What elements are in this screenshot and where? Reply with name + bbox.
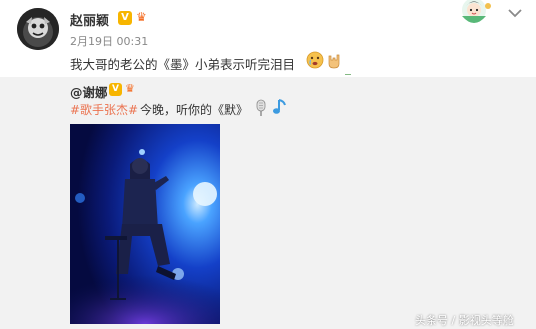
user-avatar[interactable]	[17, 8, 59, 50]
sparkle-icon	[345, 60, 351, 76]
verified-badge-icon: V	[118, 11, 132, 25]
original-crown-icon: ♛	[125, 82, 135, 95]
weibo-post: 赵丽颖 V ♛ 2月19日 00:31 我大哥的老公的《墨》小弟表示听完泪目 @…	[0, 0, 536, 329]
watermark: 头条号 / 影视头等舱	[415, 314, 514, 327]
tear-face-emoji-icon	[306, 51, 324, 69]
original-text: 今晚，听你的《默》	[140, 103, 249, 117]
post-text: 我大哥的老公的《墨》小弟表示听完泪目	[70, 57, 296, 72]
rock-hand-emoji-icon	[325, 51, 343, 69]
concert-photo[interactable]	[70, 124, 220, 324]
crown-icon: ♛	[136, 10, 147, 24]
post-timestamp[interactable]: 2月19日 00:31	[70, 33, 148, 49]
original-author[interactable]: @谢娜	[70, 82, 108, 101]
post-username[interactable]: 赵丽颖	[70, 10, 109, 29]
chevron-down-icon[interactable]	[506, 5, 524, 19]
microphone-emoji-icon	[254, 99, 268, 117]
avatar-image	[17, 8, 59, 50]
original-verified-badge-icon: V	[109, 83, 122, 96]
hashtag-link[interactable]: #歌手张杰#	[70, 101, 138, 118]
music-note-emoji-icon	[270, 98, 288, 116]
sticker-icon	[452, 0, 496, 26]
